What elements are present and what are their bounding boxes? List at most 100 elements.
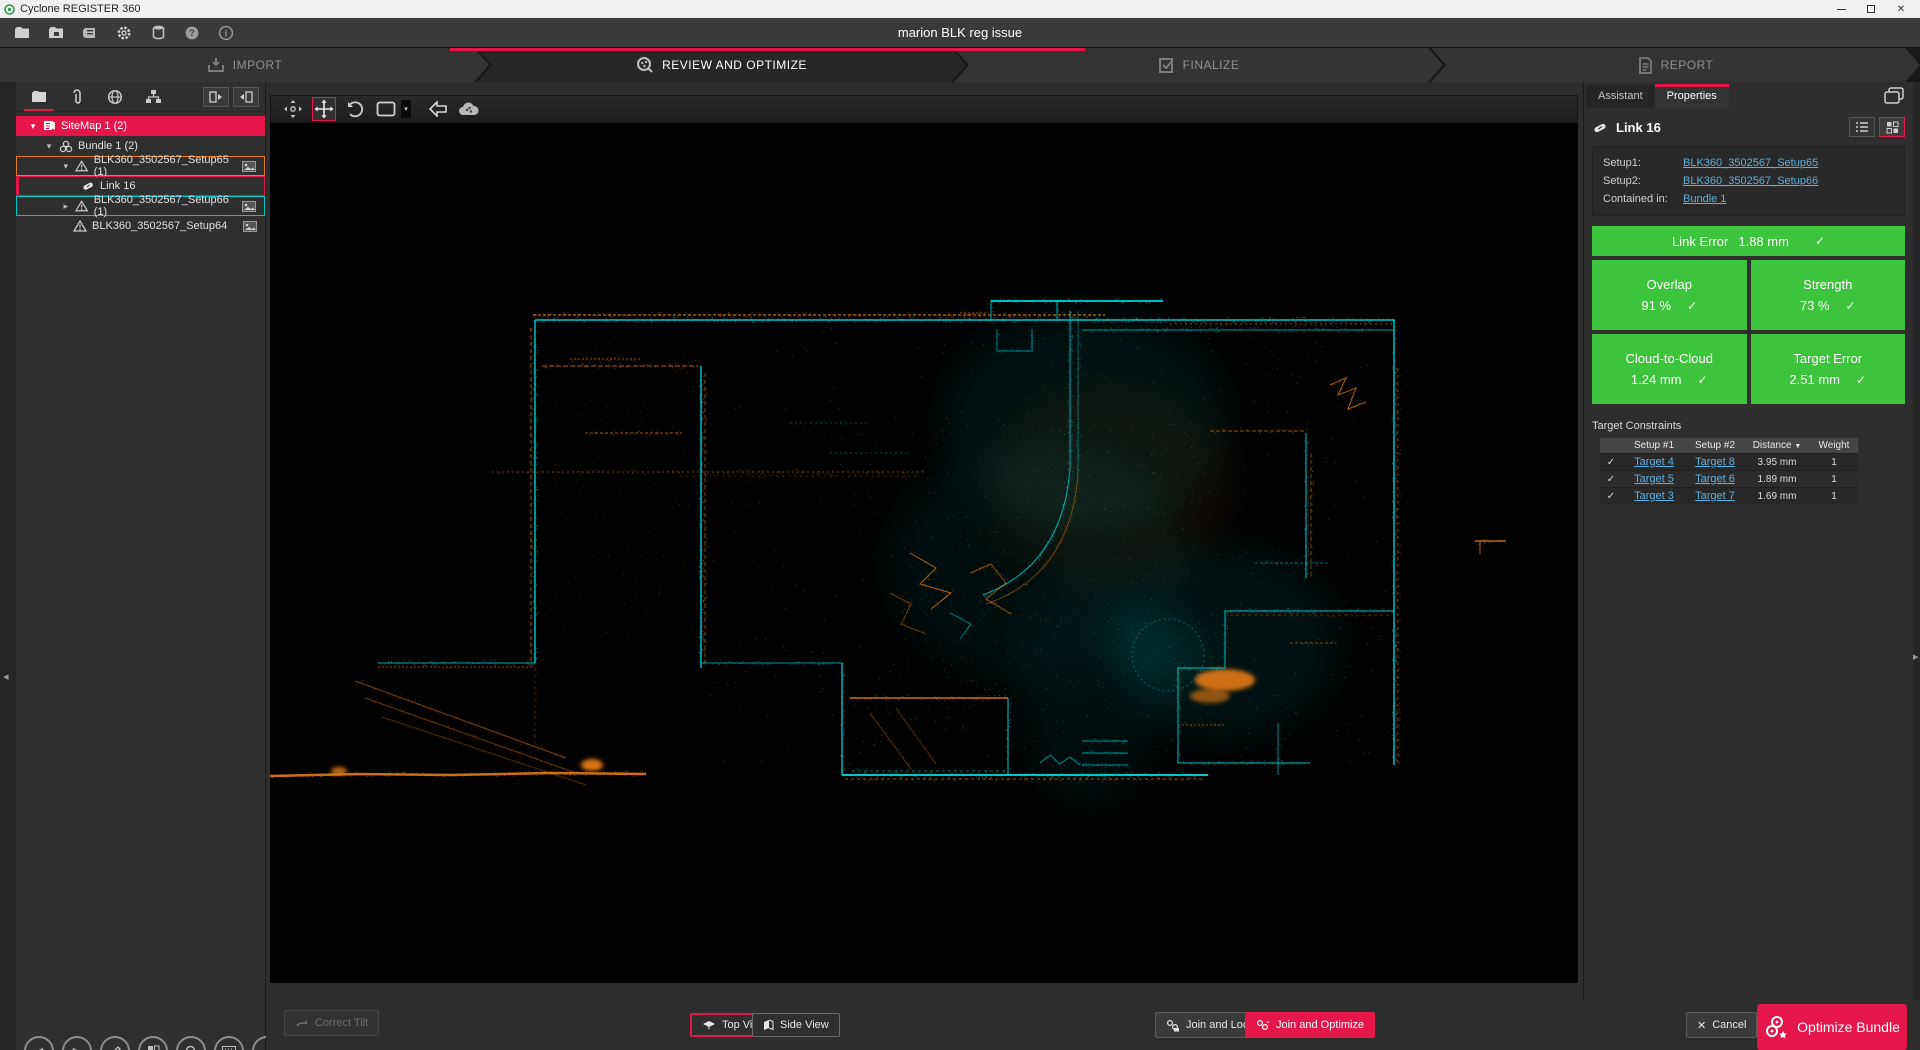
metric-value: 1.24 mm	[1631, 372, 1682, 387]
row-check[interactable]: ✓	[1600, 454, 1622, 471]
join-and-optimize-button[interactable]: Join and Optimize	[1245, 1012, 1375, 1038]
cloud-view-button[interactable]	[457, 97, 481, 121]
list-view-button[interactable]	[1849, 117, 1875, 137]
sidebar-tab-sitemap[interactable]	[136, 83, 170, 111]
panel-layout-button[interactable]	[1881, 84, 1907, 106]
setup2-link[interactable]: BLK360_3502567_Setup66	[1683, 175, 1818, 187]
tree-item-link16[interactable]: Link 16	[16, 176, 265, 196]
tree-item-bundle[interactable]: ▾ Bundle 1 (2)	[16, 136, 265, 156]
target-link[interactable]: Target 7	[1695, 490, 1735, 502]
tree-item-setup65[interactable]: ▾ BLK360_3502567_Setup65 (1)	[16, 156, 265, 176]
top-view-icon	[702, 1020, 716, 1030]
metric-value: 73 %	[1800, 298, 1830, 313]
canvas-toolbar: ▾	[270, 95, 1578, 123]
row-check[interactable]: ✓	[1600, 471, 1622, 488]
rotate-tool-button[interactable]	[343, 97, 367, 121]
grid-view-button[interactable]	[1879, 117, 1905, 137]
workflow-step-review-and-optimize[interactable]: REVIEW AND OPTIMIZE	[477, 48, 966, 82]
setup1-link[interactable]: BLK360_3502567_Setup65	[1683, 157, 1818, 169]
target-link[interactable]: Target 6	[1695, 473, 1735, 485]
minimize-button[interactable]	[1826, 0, 1856, 18]
rect-select-tool-button[interactable]	[374, 97, 398, 121]
correct-tilt-button[interactable]: Correct Tilt	[284, 1010, 379, 1036]
tab-assistant[interactable]: Assistant	[1586, 85, 1655, 108]
image-icon[interactable]	[242, 201, 256, 212]
help-icon[interactable]: ?	[180, 22, 204, 44]
col-distance[interactable]: Distance ▼	[1744, 438, 1810, 454]
collapse-all-button[interactable]	[233, 87, 259, 107]
optimize-bundle-button[interactable]: Optimize Bundle	[1757, 1004, 1907, 1050]
table-row[interactable]: ✓ Target 4 Target 8 3.95 mm 1	[1600, 454, 1858, 471]
workflow-step-import[interactable]: IMPORT	[0, 48, 489, 82]
expand-all-button[interactable]	[203, 87, 229, 107]
sitemap-nodes-icon	[145, 89, 162, 104]
row-check[interactable]: ✓	[1600, 488, 1622, 505]
close-button[interactable]: ✕	[1886, 0, 1916, 18]
info-icon[interactable]: i	[214, 22, 238, 44]
caret-right-icon[interactable]: ▸	[61, 201, 70, 212]
image-icon[interactable]	[242, 161, 256, 172]
target-link[interactable]: Target 5	[1634, 473, 1674, 485]
check-icon: ✓	[1698, 373, 1708, 387]
layout-button[interactable]	[138, 1036, 168, 1050]
keyboard-button[interactable]	[214, 1036, 244, 1050]
tree-item-sitemap[interactable]: ▾ SiteMap 1 (2)	[16, 116, 265, 136]
move-tool-button[interactable]	[312, 97, 336, 121]
metric-title: Overlap	[1646, 277, 1692, 292]
pan-tool-button[interactable]	[281, 97, 305, 121]
col-setup1[interactable]: Setup #1	[1622, 438, 1686, 454]
restore-button[interactable]	[1856, 0, 1886, 18]
sidebar-tab-project-tree[interactable]	[22, 83, 56, 111]
caret-down-icon[interactable]: ▾	[28, 121, 38, 132]
sidebar-tab-geo[interactable]	[98, 83, 132, 111]
tree-item-label: BLK360_3502567_Setup64	[92, 220, 227, 232]
storage-icon[interactable]	[78, 22, 102, 44]
collapse-left-panel-arrow[interactable]: ◂	[3, 670, 9, 683]
tree-item-setup66[interactable]: ▸ BLK360_3502567_Setup66 (1)	[16, 196, 265, 216]
optimize-bundle-icon	[1764, 1015, 1790, 1039]
metric-value: 2.51 mm	[1789, 372, 1840, 387]
sidebar-tab-links[interactable]	[60, 83, 94, 111]
sidebar-bottom-toolbar: ◀ ▶ •••	[16, 1028, 265, 1050]
row-distance: 1.89 mm	[1744, 471, 1810, 488]
target-link[interactable]: Target 8	[1695, 456, 1735, 468]
finalize-step-icon	[1158, 57, 1175, 74]
rect-select-dropdown[interactable]: ▾	[401, 100, 411, 118]
database-icon[interactable]	[146, 22, 170, 44]
target-link[interactable]: Target 3	[1634, 490, 1674, 502]
undo-button[interactable]	[426, 97, 450, 121]
bundle-link[interactable]: Bundle 1	[1683, 193, 1726, 205]
point-cloud-viewport[interactable]	[270, 123, 1578, 983]
tree-item-setup64[interactable]: BLK360_3502567_Setup64	[16, 216, 265, 236]
close-icon: ✕	[1697, 1019, 1706, 1032]
caret-down-icon[interactable]: ▾	[44, 141, 54, 152]
svg-text:i: i	[225, 28, 228, 38]
row-weight: 1	[1810, 454, 1858, 471]
nav-forward-button[interactable]: ▶	[62, 1036, 92, 1050]
window-title: Cyclone REGISTER 360	[20, 3, 140, 15]
col-weight[interactable]: Weight	[1810, 438, 1858, 454]
row-distance: 3.95 mm	[1744, 454, 1810, 471]
table-row[interactable]: ✓ Target 3 Target 7 1.69 mm 1	[1600, 488, 1858, 505]
workflow-step-report[interactable]: REPORT	[1431, 48, 1920, 82]
tilt-icon	[295, 1017, 309, 1029]
settings-gear-icon[interactable]	[112, 22, 136, 44]
pencil-icon	[109, 1045, 122, 1050]
import-project-icon[interactable]	[44, 22, 68, 44]
open-project-icon[interactable]	[10, 22, 34, 44]
cancel-button[interactable]: ✕ Cancel	[1686, 1012, 1757, 1038]
edit-button[interactable]	[100, 1036, 130, 1050]
nav-back-button[interactable]: ◀	[24, 1036, 54, 1050]
col-check	[1600, 438, 1622, 454]
search-button[interactable]	[176, 1036, 206, 1050]
target-link[interactable]: Target 4	[1634, 456, 1674, 468]
col-setup2[interactable]: Setup #2	[1686, 438, 1744, 454]
sort-desc-icon: ▼	[1794, 443, 1801, 450]
side-view-button[interactable]: Side View	[752, 1013, 840, 1037]
expand-right-panel-arrow[interactable]: ▸	[1913, 650, 1919, 663]
workflow-step-finalize[interactable]: FINALIZE	[954, 48, 1443, 82]
tab-properties[interactable]: Properties	[1655, 84, 1729, 108]
caret-down-icon[interactable]: ▾	[61, 161, 70, 172]
image-icon[interactable]	[243, 221, 257, 232]
table-row[interactable]: ✓ Target 5 Target 6 1.89 mm 1	[1600, 471, 1858, 488]
